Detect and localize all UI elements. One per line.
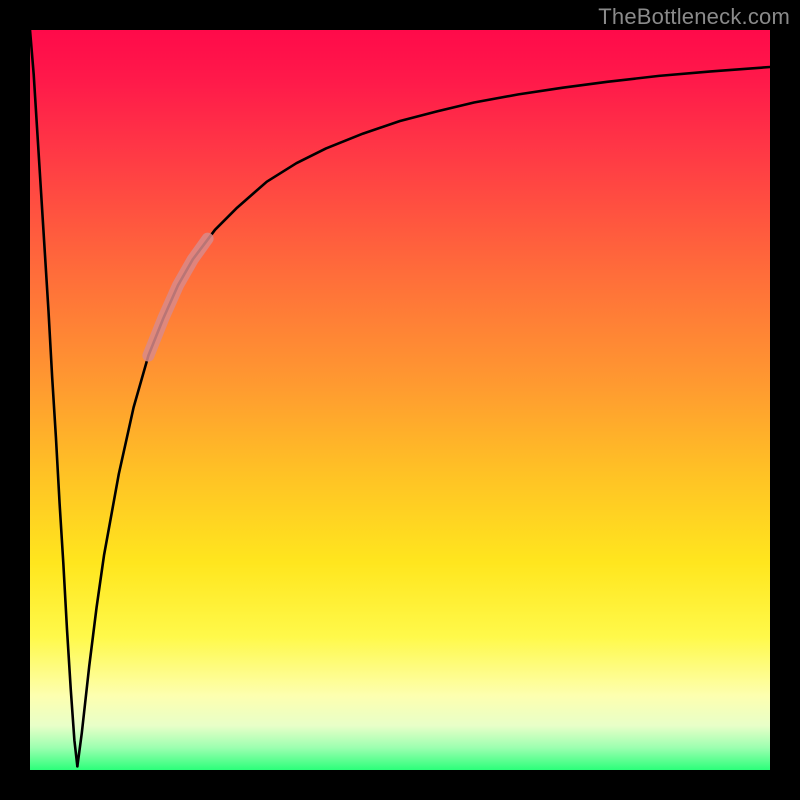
curve-layer bbox=[30, 30, 770, 770]
chart-stage: TheBottleneck.com bbox=[0, 0, 800, 800]
watermark-text: TheBottleneck.com bbox=[598, 4, 790, 30]
curve-right-branch bbox=[77, 67, 770, 766]
curve-left-branch bbox=[30, 30, 77, 766]
plot-area bbox=[30, 30, 770, 770]
curve-highlight-segment bbox=[148, 239, 207, 356]
